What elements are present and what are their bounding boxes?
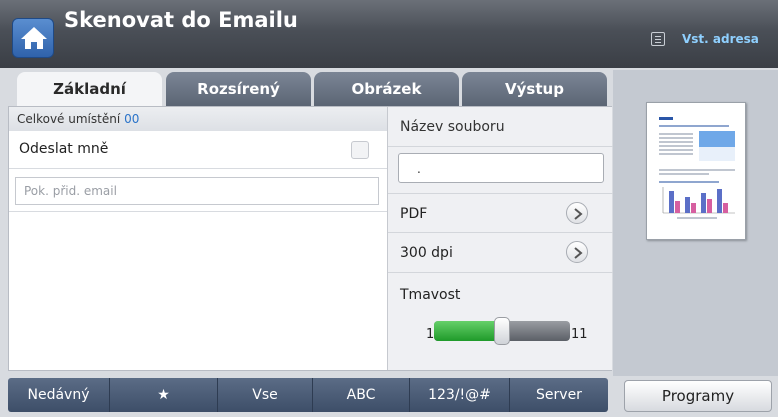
document-preview-thumbnail[interactable] — [646, 102, 746, 240]
chevron-right-icon[interactable] — [566, 241, 588, 263]
send-to-me-label: Odeslat mně — [19, 141, 109, 157]
address-book-icon[interactable] — [651, 32, 665, 46]
darkness-max-label: 11 — [571, 327, 588, 342]
file-format-value: PDF — [400, 206, 428, 222]
darkness-slider-fill — [434, 321, 502, 341]
send-to-me-row[interactable]: Odeslat mně — [9, 131, 387, 169]
darkness-label: Tmavost — [400, 287, 461, 303]
page-title: Skenovat do Emailu — [64, 8, 298, 32]
preview-area — [613, 70, 778, 376]
settings-panel: Celkové umístění 00 Odeslat mně Pok. přid… — [8, 106, 613, 371]
chevron-right-icon[interactable] — [566, 202, 588, 224]
destination-count: 00 — [124, 112, 140, 126]
home-button[interactable] — [12, 18, 54, 58]
home-icon — [21, 27, 47, 49]
send-to-me-checkbox[interactable] — [351, 141, 369, 159]
file-name-input[interactable]: . — [398, 153, 604, 183]
keyboard-mode-bar: Nedávný ★ Vse ABC 123/!@# Server — [8, 378, 608, 412]
darkness-slider[interactable] — [434, 317, 570, 345]
abc-button[interactable]: ABC — [313, 378, 410, 412]
divider — [9, 211, 387, 212]
destination-label: Celkové umístění — [17, 112, 121, 126]
tab-image[interactable]: Obrázek — [314, 72, 459, 106]
file-format-row[interactable]: PDF — [388, 193, 613, 233]
programs-button[interactable]: Programy — [624, 380, 772, 412]
tab-basic[interactable]: Základní — [17, 72, 162, 106]
tab-advanced[interactable]: Rozsírený — [166, 72, 311, 106]
title-bar: Skenovat do Emailu Vst. adresa — [0, 0, 778, 68]
darkness-slider-thumb[interactable] — [494, 317, 510, 345]
document-thumbnail-image — [659, 117, 735, 219]
file-name-label: Název souboru — [388, 107, 613, 147]
favorites-star-button[interactable]: ★ — [110, 378, 218, 412]
recent-button[interactable]: Nedávný — [8, 378, 110, 412]
server-button[interactable]: Server — [510, 378, 608, 412]
destination-summary: Celkové umístění 00 — [9, 107, 387, 131]
all-button[interactable]: Vse — [218, 378, 313, 412]
file-settings-column: Název souboru . PDF 300 dpi Tmavost 1 11 — [387, 107, 613, 370]
tab-output[interactable]: Výstup — [462, 72, 607, 106]
address-input-link[interactable]: Vst. adresa — [682, 32, 759, 46]
destination-column: Celkové umístění 00 Odeslat mně Pok. přid… — [9, 107, 387, 370]
symbols-button[interactable]: 123/!@# — [410, 378, 510, 412]
email-input[interactable]: Pok. přid. email — [15, 177, 379, 205]
resolution-value: 300 dpi — [400, 245, 453, 261]
resolution-row[interactable]: 300 dpi — [388, 233, 613, 273]
